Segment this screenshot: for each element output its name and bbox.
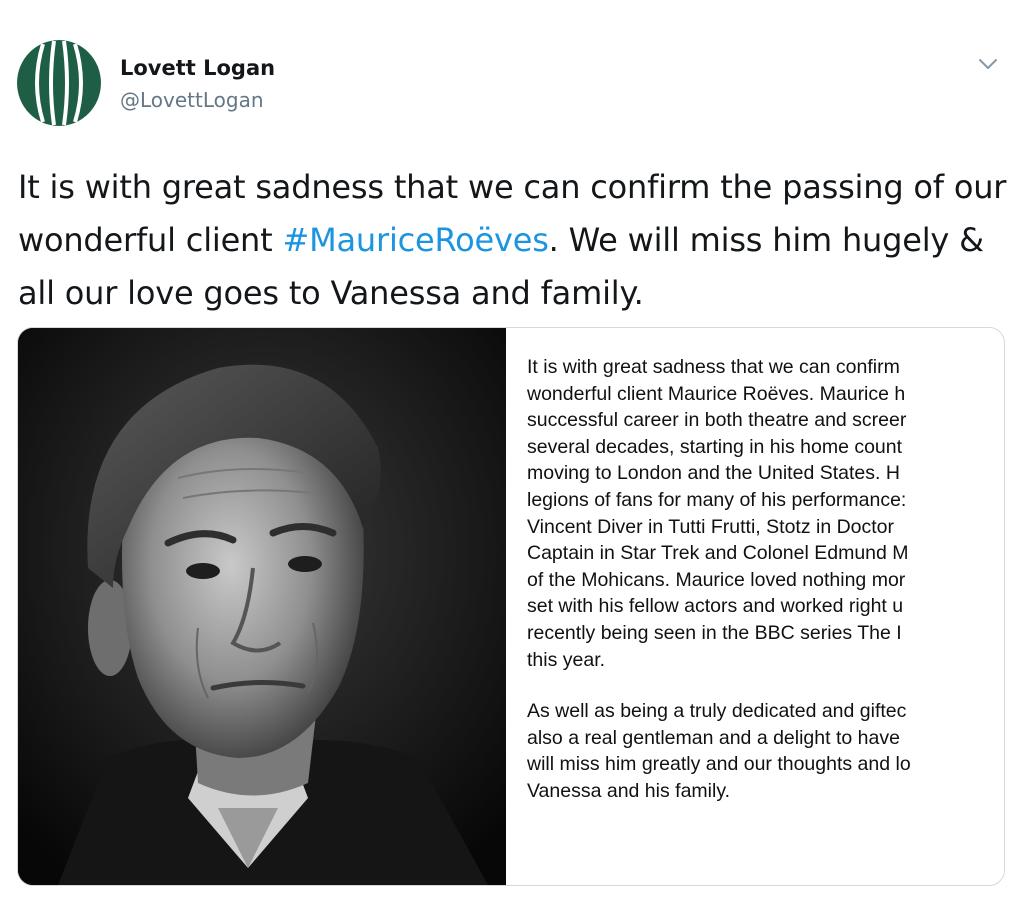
author-handle[interactable]: @LovettLogan (120, 88, 264, 112)
statement-line: will miss him greatly and our thoughts a… (527, 753, 911, 776)
statement-document: It is with great sadness that we can con… (511, 328, 1004, 885)
statement-line: successful career in both theatre and sc… (527, 409, 907, 432)
tweet-menu-button[interactable] (976, 54, 1000, 74)
statement-line: this year. (527, 648, 606, 671)
statement-line: It is with great sadness that we can con… (527, 356, 900, 378)
statement-line: set with his fellow actors and worked ri… (527, 595, 904, 618)
statement-line: As well as being a truly dedicated and g… (527, 700, 907, 723)
statement-line: several decades, starting in his home co… (527, 435, 903, 458)
statement-line: also a real gentleman and a delight to h… (527, 726, 900, 749)
statement-line: Captain in Star Trek and Colonel Edmund … (527, 542, 909, 565)
media-card[interactable]: It is with great sadness that we can con… (17, 327, 1005, 886)
avatar[interactable] (17, 40, 101, 126)
hashtag-link[interactable]: #MauriceRoëves (282, 221, 548, 259)
tweet-text: It is with great sadness that we can con… (18, 161, 1008, 320)
statement-line: moving to London and the United States. … (527, 462, 900, 485)
statement-line: wonderful client Maurice Roëves. Maurice… (527, 382, 906, 405)
portrait-image (18, 328, 506, 885)
statement-text: It is with great sadness that we can con… (527, 354, 1004, 805)
portrait-photo[interactable] (18, 328, 506, 885)
author-name[interactable]: Lovett Logan (120, 56, 275, 80)
statement-line: Vincent Diver in Tutti Frutti, Stotz in … (527, 515, 895, 538)
chevron-down-icon (979, 59, 997, 69)
statement-line: recently being seen in the BBC series Th… (527, 621, 902, 644)
lovett-logan-logo-icon (17, 40, 101, 126)
statement-line: of the Mohicans. Maurice loved nothing m… (527, 568, 906, 591)
statement-line: Vanessa and his family. (527, 779, 731, 802)
statement-line: legions of fans for many of his performa… (527, 488, 907, 511)
